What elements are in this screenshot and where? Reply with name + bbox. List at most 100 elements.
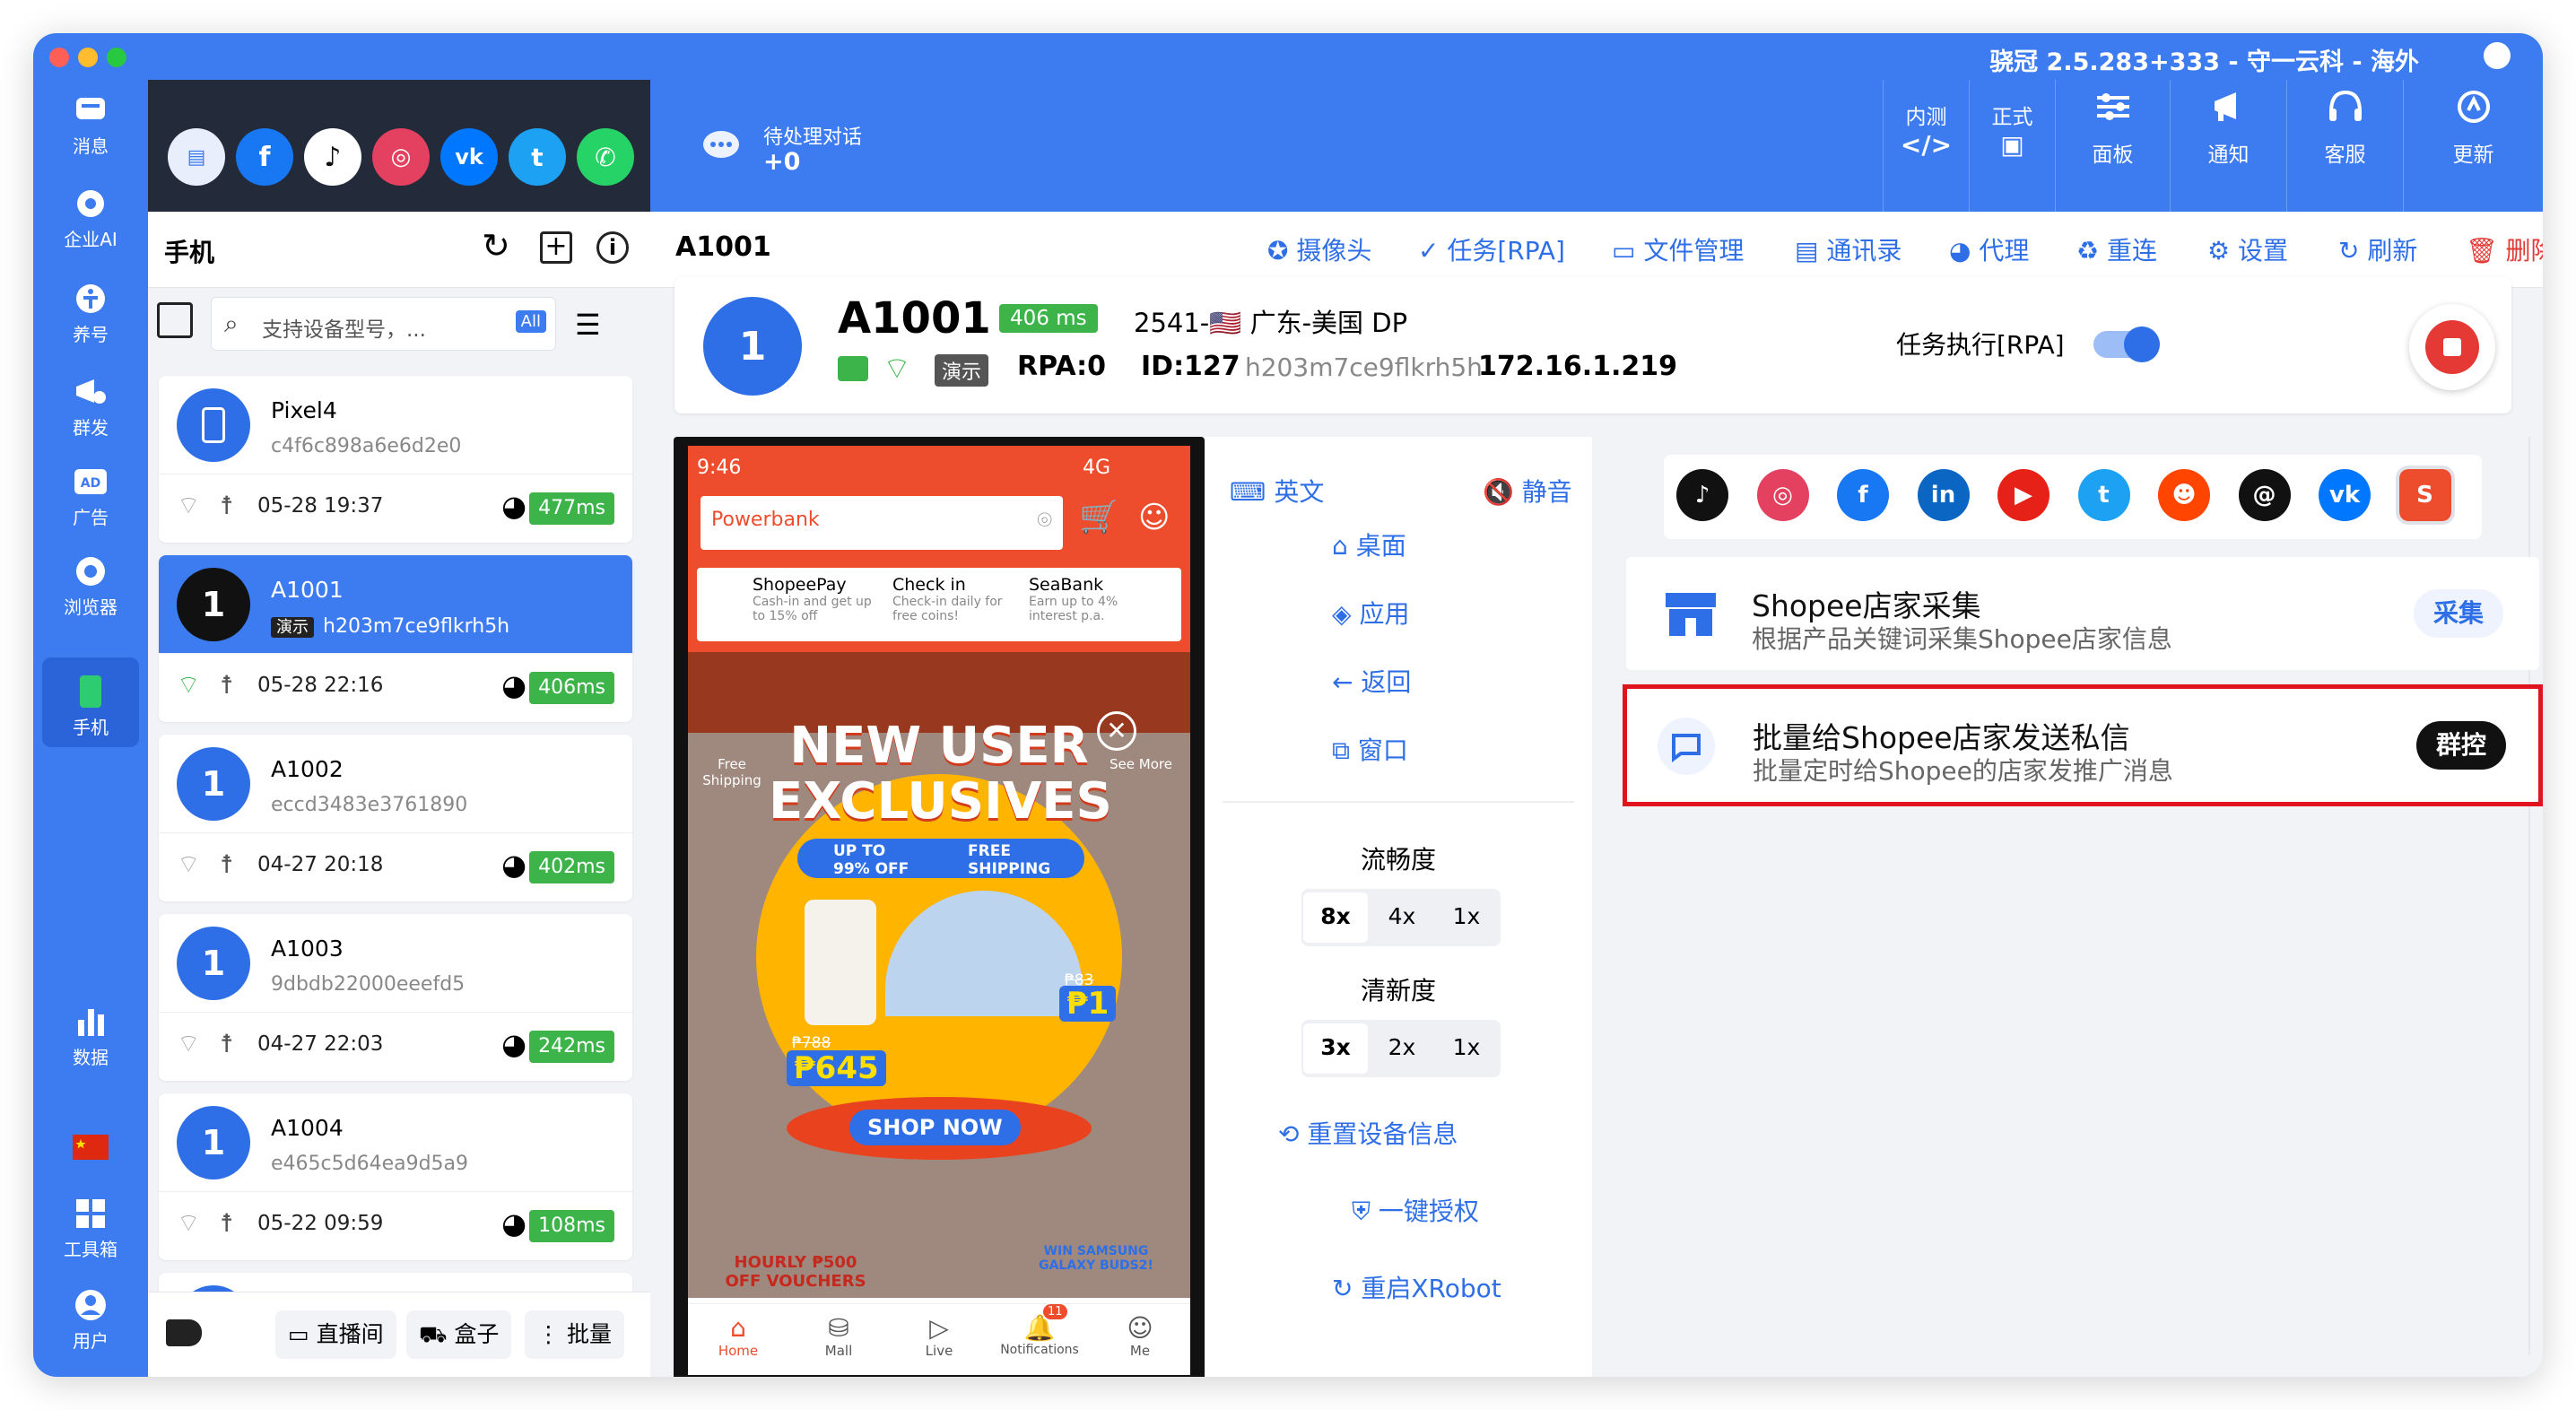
sidebar-item-broadcast[interactable]: 群发	[33, 374, 148, 440]
refresh-icon[interactable]: ↻	[482, 226, 510, 265]
device-card[interactable]: 1 A1001 演示 h203m7ce9flkrh5h ⌔ ☨ 05-28 22:…	[159, 555, 632, 722]
smoothness-1x[interactable]: 1x	[1434, 903, 1499, 929]
device-card[interactable]: 1 A1004 e465c5d64ea9d5a9 ⌔ ☨ 05-22 09:59…	[159, 1093, 632, 1260]
info-icon[interactable]: i	[596, 231, 629, 264]
sidebar-item-messages[interactable]: 消息	[33, 92, 148, 158]
sidebar-item-ai[interactable]: 企业AI	[33, 186, 148, 251]
reset-device-button[interactable]: ⟲ 重置设备信息	[1278, 1115, 1458, 1151]
file-manager-button[interactable]: ▭ 文件管理	[1612, 231, 1744, 267]
panel-button[interactable]: 面板	[2055, 80, 2170, 212]
nav-live[interactable]: ▷ Live	[889, 1313, 989, 1359]
apps-button[interactable]: ◈ 应用	[1332, 595, 1409, 631]
shopee-search-input[interactable]: Powerbank ⌾	[701, 496, 1063, 550]
proxy-button[interactable]: ◕ 代理	[1949, 231, 2029, 267]
live-room-button[interactable]: ▭ 直播间	[275, 1310, 396, 1359]
minimize-window-button[interactable]	[78, 48, 98, 67]
youtube-icon[interactable]: ▶	[1997, 469, 2049, 521]
facebook-icon[interactable]: f	[1837, 469, 1889, 521]
layout-toggle-icon[interactable]	[157, 302, 193, 338]
restart-xrobot-button[interactable]: ↻ 重启XRobot	[1332, 1269, 1501, 1305]
notify-button[interactable]: 通知	[2170, 80, 2286, 212]
beta-button[interactable]: 内测 </>	[1883, 80, 1969, 212]
threads-icon[interactable]: @	[2238, 469, 2291, 521]
theme-toggle[interactable]	[2484, 42, 2511, 69]
sidebar-item-phone[interactable]: 手机	[42, 657, 139, 747]
smoothness-4x[interactable]: 4x	[1370, 903, 1434, 929]
sort-icon[interactable]: ☰	[575, 308, 601, 342]
task-rpa-button[interactable]: ✓ 任务[RPA]	[1418, 231, 1565, 267]
box-button[interactable]: ⛟ 盒子	[406, 1310, 512, 1359]
sidebar-item-data[interactable]: 数据	[33, 1004, 148, 1069]
whatsapp-icon[interactable]: ✆	[577, 128, 634, 186]
cart-icon[interactable]: 🛒	[1079, 498, 1119, 535]
new-user-popup[interactable]: NEW USER EXCLUSIVES UP TO 99% OFF FREE SH…	[751, 711, 1127, 1196]
rpa-item-bulk-message[interactable]: 批量给Shopee店家发送私信 批量定时给Shopee的店家发推广消息 群控	[1627, 689, 2538, 802]
reddit-icon[interactable]: ☻	[2158, 469, 2210, 521]
sidebar-item-browser[interactable]: 浏览器	[33, 553, 148, 619]
reconnect-button[interactable]: ♻ 重连	[2076, 231, 2157, 267]
tiktok-icon[interactable]: ♪	[304, 128, 361, 186]
linkedin-icon[interactable]: in	[1917, 469, 1970, 521]
sidebar-item-user[interactable]: 用户	[33, 1287, 148, 1353]
clarity-3x[interactable]: 3x	[1303, 1023, 1368, 1074]
support-button[interactable]: 客服	[2286, 80, 2403, 212]
tiktok-icon[interactable]: ♪	[1676, 469, 1728, 521]
refresh-button[interactable]: ↻ 刷新	[2338, 231, 2417, 267]
stop-button[interactable]	[2409, 304, 2495, 390]
device-card[interactable]: 1 A1002 eccd3483e3761890 ⌔ ☨ 04-27 20:18…	[159, 735, 632, 901]
device-title: A1001	[838, 293, 991, 344]
multi-account-icon[interactable]: ▤	[168, 128, 225, 186]
instagram-icon[interactable]: ◎	[372, 128, 430, 186]
window-button[interactable]: ⧉ 窗口	[1332, 731, 1408, 767]
delete-button[interactable]: 🗑 删除	[2466, 231, 2543, 267]
nav-me[interactable]: ☺ Me	[1090, 1313, 1190, 1359]
sidebar-item-label: 养号	[73, 324, 109, 345]
nav-home[interactable]: ⌂ Home	[688, 1313, 788, 1359]
device-card[interactable]: Pixel4 c4f6c898a6e6d2e0 ⌔ ☨ 05-28 19:37 …	[159, 376, 632, 543]
instagram-icon[interactable]: ◎	[1756, 469, 1809, 521]
nav-mall[interactable]: ⛁ Mall	[788, 1313, 889, 1359]
release-button[interactable]: 正式 ▣	[1969, 80, 2055, 212]
twitter-icon[interactable]: t	[2077, 469, 2130, 521]
phone-screen[interactable]: 9:46 4G Powerbank ⌾ 🛒 ☺ ShopeePay Cash-in…	[674, 437, 1205, 1377]
shop-now-button[interactable]: SHOP NOW	[849, 1110, 1021, 1145]
device-card[interactable]: 1 A1003 9dbdb22000eeefd5 ⌔ ☨ 04-27 22:03…	[159, 914, 632, 1081]
language-flag[interactable]	[33, 1129, 148, 1169]
close-window-button[interactable]	[49, 48, 69, 67]
rpa-item-shop-collect[interactable]: Shopee店家采集 根据产品关键词采集Shopee店家信息 采集	[1626, 557, 2539, 670]
camera-button[interactable]: ✪ 摄像头	[1267, 231, 1371, 267]
sidebar-item-toolbox[interactable]: 工具箱	[33, 1196, 148, 1261]
keyboard-english-button[interactable]: ⌨ 英文	[1230, 473, 1324, 509]
task-toggle[interactable]	[2093, 326, 2160, 362]
main-header: 待处理对话 +0 内测 </> 正式 ▣ 面板 通知 客服 更新	[650, 80, 2543, 212]
clarity-2x[interactable]: 2x	[1370, 1034, 1434, 1060]
device-search-input[interactable]: ⌕ 支持设备型号，... All	[211, 297, 556, 351]
back-button[interactable]: ← 返回	[1332, 663, 1411, 699]
phone-display[interactable]: 9:46 4G Powerbank ⌾ 🛒 ☺ ShopeePay Cash-in…	[688, 446, 1190, 1375]
smoothness-8x[interactable]: 8x	[1303, 892, 1368, 943]
group-control-button[interactable]: 群控	[2415, 721, 2506, 770]
sidebar-item-nurture[interactable]: 养号	[33, 281, 148, 346]
desktop-button[interactable]: ⌂ 桌面	[1332, 527, 1406, 562]
zoom-window-button[interactable]	[107, 48, 126, 67]
filter-all-badge[interactable]: All	[515, 310, 546, 333]
nav-notifications[interactable]: 🔔 Notifications 11	[989, 1304, 1090, 1357]
vk-icon[interactable]: vk	[2319, 469, 2371, 521]
chat-icon[interactable]: ☺	[1138, 500, 1170, 535]
authorize-button[interactable]: ⛨ 一键授权	[1352, 1192, 1479, 1228]
tag-icon[interactable]	[166, 1319, 202, 1346]
contacts-button[interactable]: ▤ 通讯录	[1795, 231, 1902, 267]
sidebar-item-ads[interactable]: AD 广告	[33, 464, 148, 529]
settings-button[interactable]: ⚙ 设置	[2207, 231, 2288, 267]
popup-close-icon[interactable]: ✕	[1097, 711, 1136, 751]
mute-button[interactable]: 🔇 静音	[1483, 473, 1572, 509]
update-button[interactable]: 更新	[2403, 80, 2543, 212]
collect-button[interactable]: 采集	[2413, 589, 2503, 638]
facebook-icon[interactable]: f	[236, 128, 293, 186]
add-device-icon[interactable]: +	[540, 231, 572, 264]
vk-icon[interactable]: vk	[440, 128, 498, 186]
shopee-icon[interactable]: S	[2395, 466, 2455, 525]
twitter-icon[interactable]: t	[509, 128, 566, 186]
batch-button[interactable]: ⋮ 批量	[525, 1310, 624, 1359]
clarity-1x[interactable]: 1x	[1434, 1034, 1499, 1060]
